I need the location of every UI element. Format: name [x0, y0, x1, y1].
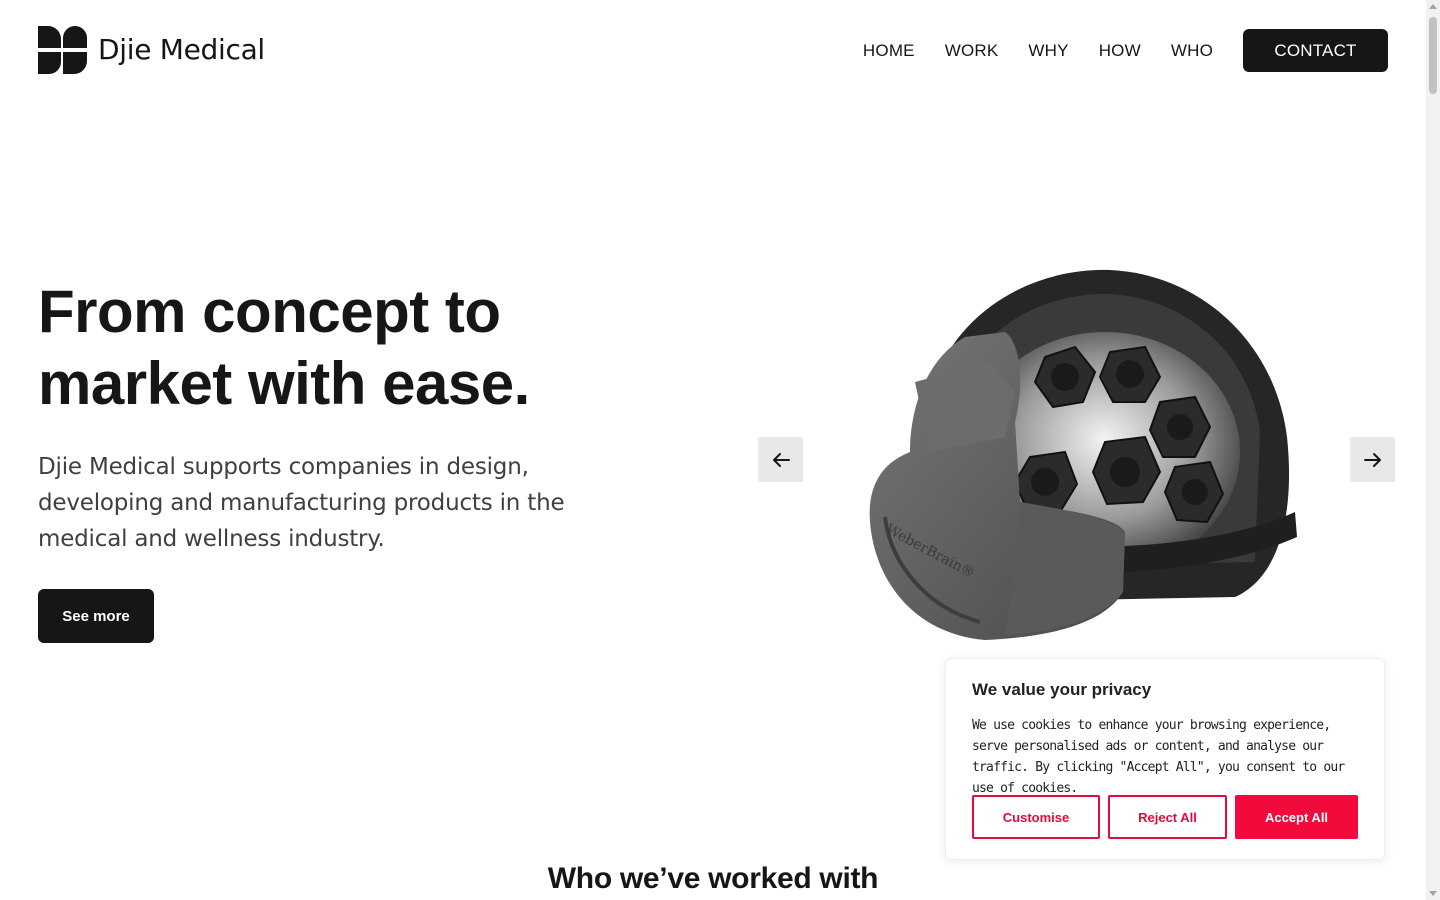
- arrow-left-icon: [772, 452, 790, 467]
- page-scrollbar[interactable]: [1426, 0, 1440, 900]
- clients-section-title: Who we’ve worked with: [547, 862, 879, 895]
- cookie-consent-banner: We value your privacy We use cookies to …: [945, 658, 1385, 860]
- brand-logo-link[interactable]: Djie Medical: [38, 26, 265, 74]
- nav-item-home[interactable]: HOME: [863, 41, 915, 61]
- carousel-next-button[interactable]: [1350, 437, 1395, 482]
- nav-item-who[interactable]: WHO: [1171, 41, 1213, 61]
- see-more-button[interactable]: See more: [38, 589, 154, 643]
- brand-name: Djie Medical: [98, 33, 265, 66]
- scrollbar-thumb[interactable]: [1429, 17, 1437, 94]
- hero-title: From concept to market with ease.: [38, 276, 638, 420]
- brand-logo-icon: [38, 26, 87, 74]
- cookie-customise-button[interactable]: Customise: [972, 795, 1100, 839]
- cookie-accept-all-button[interactable]: Accept All: [1235, 795, 1358, 839]
- hero-title-line-2: market with ease.: [38, 350, 530, 417]
- cookie-title: We value your privacy: [972, 680, 1152, 699]
- hero-title-line-1: From concept to: [38, 278, 501, 345]
- cookie-reject-all-button[interactable]: Reject All: [1108, 795, 1227, 839]
- carousel-prev-button[interactable]: [758, 437, 803, 482]
- product-helmet-image: WeberBrain®: [869, 269, 1297, 640]
- arrow-right-icon: [1363, 452, 1381, 467]
- cookie-description: We use cookies to enhance your browsing …: [972, 718, 1345, 796]
- site-header: Djie Medical HOME WORK WHY HOW WHO CONTA…: [0, 0, 1426, 100]
- nav-item-why[interactable]: WHY: [1028, 41, 1068, 61]
- scroll-down-arrow-icon[interactable]: [1429, 891, 1437, 896]
- nav-item-how[interactable]: HOW: [1099, 41, 1141, 61]
- scroll-up-arrow-icon[interactable]: [1429, 4, 1437, 9]
- contact-button[interactable]: CONTACT: [1243, 29, 1388, 72]
- hero-subtitle: Djie Medical supports companies in desig…: [38, 454, 565, 552]
- nav-item-work[interactable]: WORK: [945, 41, 999, 61]
- main-nav: HOME WORK WHY HOW WHO CONTACT: [863, 29, 1388, 72]
- page: Djie Medical HOME WORK WHY HOW WHO CONTA…: [0, 0, 1440, 900]
